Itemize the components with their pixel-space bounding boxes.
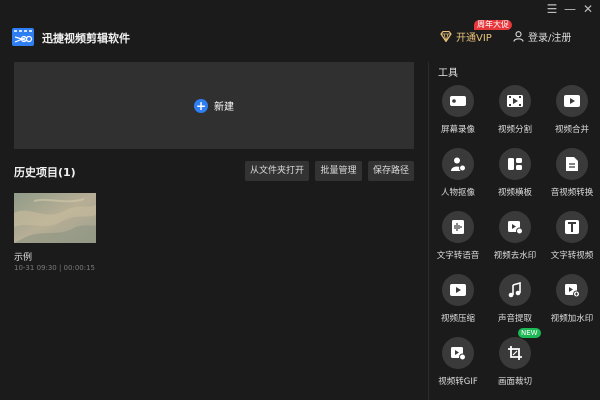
vip-button[interactable]: 开通VIP <box>440 28 492 44</box>
vip-label: 开通VIP <box>456 32 492 44</box>
app-logo-icon <box>12 28 34 46</box>
tool-remove-watermark[interactable]: 视频去水印 <box>488 211 542 265</box>
screen-record-icon <box>442 85 474 117</box>
open-folder-button[interactable]: 从文件夹打开 <box>245 161 309 181</box>
tools-title: 工具 <box>438 68 458 79</box>
tool-video-compress[interactable]: 视频压缩 <box>431 274 485 328</box>
new-project-button[interactable]: + 新建 <box>14 62 414 149</box>
new-project-panel[interactable]: + 新建 <box>14 62 414 149</box>
tool-av-convert[interactable]: 音视频转换 <box>545 148 599 202</box>
menu-icon[interactable]: ☰ <box>544 2 560 16</box>
video-compress-icon <box>442 274 474 306</box>
plus-icon: + <box>194 98 208 113</box>
tool-label: 文字转视频 <box>550 251 594 261</box>
audio-extract-icon <box>499 274 531 306</box>
panel-divider <box>428 62 429 400</box>
project-name[interactable]: 示例 <box>14 250 32 263</box>
tool-label: 画面裁切 <box>497 377 532 387</box>
tool-label: 视频合并 <box>554 125 589 135</box>
text-to-speech-icon <box>442 211 474 243</box>
tool-label: 视频加水印 <box>550 314 594 324</box>
project-meta: 10-31 09:30 | 00:00:15 <box>14 264 95 272</box>
video-merge-icon <box>556 85 588 117</box>
tool-text-to-speech[interactable]: 文字转语音 <box>431 211 485 265</box>
av-convert-icon <box>556 148 588 180</box>
history-title: 历史项目(1) <box>14 166 76 179</box>
login-label: 登录/注册 <box>528 32 572 44</box>
batch-manage-button[interactable]: 批量管理 <box>315 161 362 181</box>
save-path-button[interactable]: 保存路径 <box>368 161 414 181</box>
tool-label: 音视频转换 <box>550 188 594 198</box>
close-button[interactable]: ✕ <box>580 2 596 16</box>
user-icon <box>513 30 524 42</box>
remove-watermark-icon <box>499 211 531 243</box>
video-to-gif-icon <box>442 337 474 369</box>
login-button[interactable]: 登录/注册 <box>513 28 571 44</box>
promo-badge: 周年大促 <box>474 20 512 30</box>
new-badge: NEW <box>518 328 541 338</box>
tool-screen-record[interactable]: 屏幕录像 <box>431 85 485 139</box>
text-to-video-icon <box>556 211 588 243</box>
tool-video-to-gif[interactable]: 视频转GIF <box>431 337 485 391</box>
tool-add-watermark[interactable]: 视频加水印 <box>545 274 599 328</box>
tool-audio-extract[interactable]: 声音提取 <box>488 274 542 328</box>
add-watermark-icon <box>556 274 588 306</box>
tool-video-split[interactable]: 视频分割 <box>488 85 542 139</box>
tool-video-landscape[interactable]: 视频横板 <box>488 148 542 202</box>
tool-video-merge[interactable]: 视频合并 <box>545 85 599 139</box>
vip-diamond-icon <box>440 30 452 42</box>
tool-crop[interactable]: NEW 画面裁切 <box>488 328 542 391</box>
minimize-button[interactable]: — <box>562 2 578 16</box>
video-split-icon <box>499 85 531 117</box>
project-thumbnail[interactable] <box>14 193 96 243</box>
new-project-label: 新建 <box>214 102 234 113</box>
tool-portrait-cutout[interactable]: 人物抠像 <box>431 148 485 202</box>
portrait-cutout-icon <box>442 148 474 180</box>
video-landscape-icon <box>499 148 531 180</box>
app-title: 迅捷视频剪辑软件 <box>42 32 130 45</box>
tool-text-to-video[interactable]: 文字转视频 <box>545 211 599 265</box>
crop-icon <box>499 337 531 369</box>
